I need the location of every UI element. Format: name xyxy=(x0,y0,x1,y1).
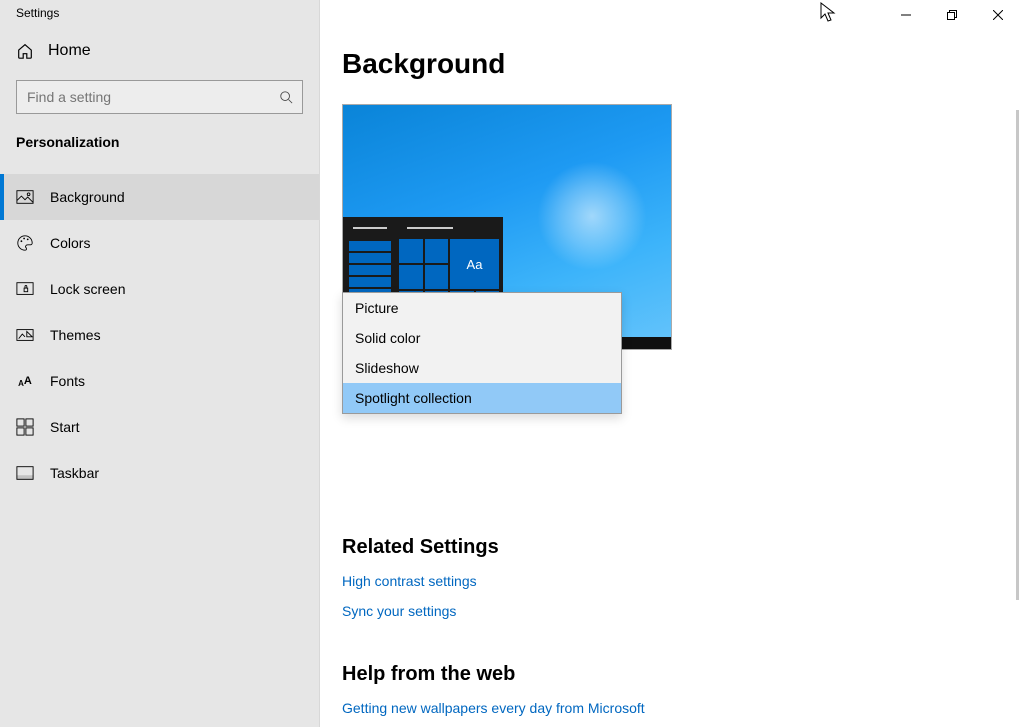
link-getting-wallpapers[interactable]: Getting new wallpapers every day from Mi… xyxy=(342,700,645,716)
home-button[interactable]: Home xyxy=(0,20,319,70)
sidebar-item-label: Background xyxy=(50,189,125,205)
sidebar-item-fonts[interactable]: AA Fonts xyxy=(0,358,319,404)
sidebar-item-lock-screen[interactable]: Lock screen xyxy=(0,266,319,312)
scrollbar[interactable] xyxy=(1016,110,1019,600)
sidebar-item-label: Start xyxy=(50,419,80,435)
picture-icon xyxy=(16,188,34,206)
preview-sample-text: Aa xyxy=(450,239,499,289)
sidebar-item-themes[interactable]: Themes xyxy=(0,312,319,358)
help-title: Help from the web xyxy=(342,663,1021,686)
palette-icon xyxy=(16,234,34,252)
sidebar-item-colors[interactable]: Colors xyxy=(0,220,319,266)
sidebar-item-label: Fonts xyxy=(50,373,85,389)
link-high-contrast[interactable]: High contrast settings xyxy=(342,573,477,589)
sidebar: Settings Home Personalization Background… xyxy=(0,0,320,727)
sidebar-item-label: Themes xyxy=(50,327,101,343)
sidebar-item-start[interactable]: Start xyxy=(0,404,319,450)
sidebar-item-label: Taskbar xyxy=(50,465,99,481)
sidebar-item-background[interactable]: Background xyxy=(0,174,319,220)
taskbar-icon xyxy=(16,464,34,482)
link-sync-settings[interactable]: Sync your settings xyxy=(342,603,456,619)
background-dropdown[interactable]: Picture Solid color Slideshow Spotlight … xyxy=(342,292,622,414)
dropdown-option-spotlight[interactable]: Spotlight collection xyxy=(343,383,621,413)
related-settings-title: Related Settings xyxy=(342,536,1021,559)
home-label: Home xyxy=(48,42,91,60)
search-icon xyxy=(279,90,293,104)
themes-icon xyxy=(16,326,34,344)
main-panel: Background Aa Pi xyxy=(320,0,1021,727)
sidebar-item-taskbar[interactable]: Taskbar xyxy=(0,450,319,496)
home-icon xyxy=(16,42,34,60)
start-icon xyxy=(16,418,34,436)
sidebar-category: Personalization xyxy=(0,124,319,160)
sidebar-item-label: Lock screen xyxy=(50,281,125,297)
dropdown-option-solid[interactable]: Solid color xyxy=(343,323,621,353)
dropdown-option-slideshow[interactable]: Slideshow xyxy=(343,353,621,383)
page-title: Background xyxy=(342,48,1021,80)
lockscreen-icon xyxy=(16,280,34,298)
dropdown-option-picture[interactable]: Picture xyxy=(343,293,621,323)
fonts-icon: AA xyxy=(16,372,34,390)
window-title: Settings xyxy=(0,0,319,20)
sidebar-item-label: Colors xyxy=(50,235,90,251)
sidebar-nav: Background Colors Lock screen Themes xyxy=(0,174,319,496)
search-input[interactable] xyxy=(16,80,303,114)
